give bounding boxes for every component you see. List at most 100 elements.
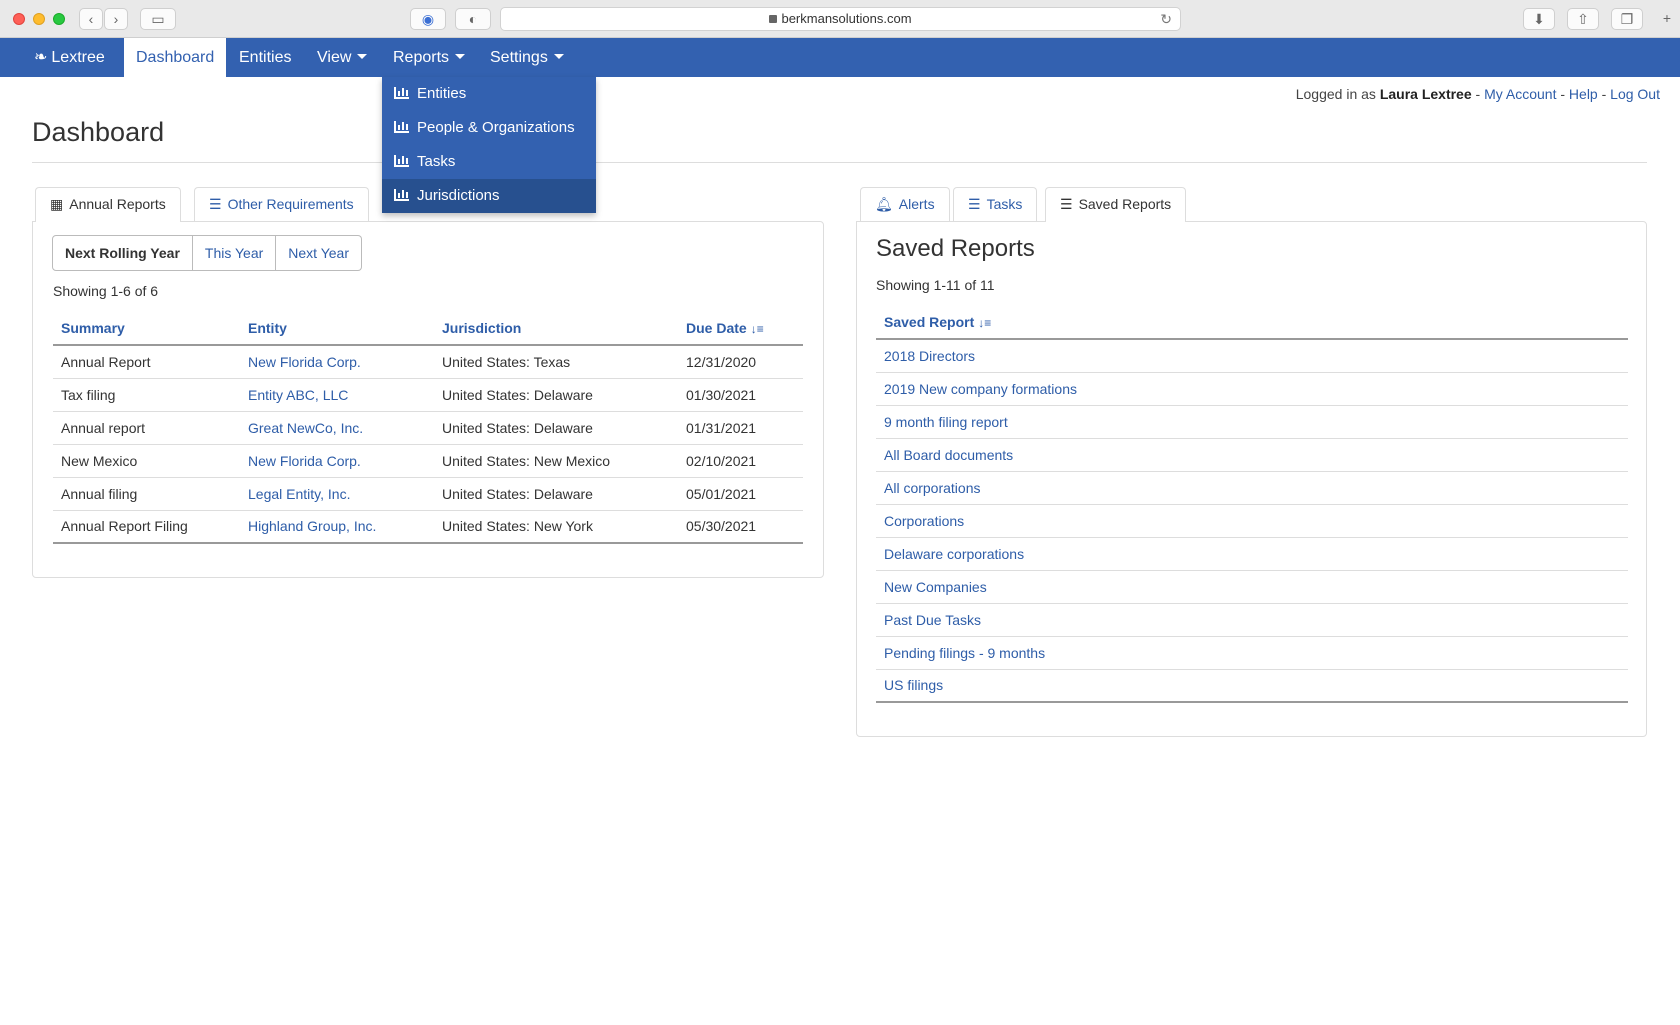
tasks-icon: ☰: [968, 196, 981, 212]
my-account-link[interactable]: My Account: [1484, 86, 1556, 102]
entity-link[interactable]: New Florida Corp.: [248, 453, 361, 469]
separator: -: [1475, 86, 1481, 102]
tab-tasks-label: Tasks: [986, 196, 1023, 212]
column-header-entity[interactable]: Entity: [240, 311, 434, 346]
entity-link[interactable]: New Florida Corp.: [248, 354, 361, 370]
saved-report-link[interactable]: US filings: [884, 677, 943, 693]
app-navbar: ❧ Lextree Dashboard Entities View Reports…: [0, 38, 1680, 77]
back-button[interactable]: ‹: [79, 8, 103, 30]
table-row: US filings: [876, 669, 1628, 703]
brand-link[interactable]: ❧ Lextree: [34, 38, 105, 77]
downloads-button[interactable]: ⬇: [1523, 8, 1555, 30]
saved-report-link[interactable]: Corporations: [884, 513, 964, 529]
column-header-summary[interactable]: Summary: [53, 311, 240, 346]
entity-cell: Entity ABC, LLC: [240, 378, 434, 412]
window-zoom-button[interactable]: [53, 13, 65, 25]
password-manager-button[interactable]: ◉: [410, 8, 446, 30]
summary-cell: New Mexico: [53, 444, 240, 478]
window-close-button[interactable]: [13, 13, 25, 25]
annual-reports-table: Summary Entity Jurisdiction Due Date ↓≡ A…: [53, 311, 803, 544]
due-date-cell: 01/30/2021: [678, 378, 803, 412]
forward-button[interactable]: ›: [104, 8, 128, 30]
nav-dashboard[interactable]: Dashboard: [124, 38, 227, 77]
page-title: Dashboard: [32, 117, 165, 147]
tab-annual-reports[interactable]: ▦ Annual Reports: [35, 187, 181, 222]
filter-this-year[interactable]: This Year: [192, 235, 277, 271]
saved-report-cell: Corporations: [876, 504, 1628, 538]
calendar-icon: ▦: [50, 196, 64, 212]
nav-reports[interactable]: Reports: [393, 38, 466, 77]
due-date-cell: 02/10/2021: [678, 444, 803, 478]
entity-link[interactable]: Legal Entity, Inc.: [248, 486, 350, 502]
saved-report-link[interactable]: Pending filings - 9 months: [884, 645, 1045, 661]
saved-report-link[interactable]: 2019 New company formations: [884, 381, 1077, 397]
column-header-jurisdiction[interactable]: Jurisdiction: [434, 311, 678, 346]
nav-view[interactable]: View: [317, 38, 368, 77]
nav-settings[interactable]: Settings: [490, 38, 564, 77]
reports-menu-item[interactable]: Tasks: [382, 145, 596, 179]
saved-report-cell: All Board documents: [876, 438, 1628, 472]
filter-next-rolling-year[interactable]: Next Rolling Year: [52, 235, 193, 271]
filter-next-year[interactable]: Next Year: [276, 235, 362, 271]
tab-tasks[interactable]: ☰ Tasks: [953, 187, 1038, 221]
jurisdiction-cell: United States: New York: [434, 510, 678, 544]
list-icon: ☰: [209, 196, 222, 212]
saved-report-link[interactable]: New Companies: [884, 579, 987, 595]
reports-menu-item[interactable]: Jurisdictions: [382, 179, 596, 213]
reports-menu-item[interactable]: Entities: [382, 77, 596, 111]
nav-entities[interactable]: Entities: [239, 38, 291, 77]
entity-link[interactable]: Entity ABC, LLC: [248, 387, 348, 403]
tab-other-requirements[interactable]: ☰ Other Requirements: [194, 187, 369, 221]
new-tab-button[interactable]: +: [1655, 8, 1679, 30]
table-row: 2018 Directors: [876, 339, 1628, 373]
share-button[interactable]: ⇧: [1567, 8, 1599, 30]
entity-cell: New Florida Corp.: [240, 345, 434, 379]
entity-cell: Highland Group, Inc.: [240, 510, 434, 544]
nav-settings-label: Settings: [490, 49, 548, 66]
column-header-saved-report[interactable]: Saved Report ↓≡: [876, 305, 1628, 340]
saved-report-cell: 9 month filing report: [876, 405, 1628, 439]
tab-saved-reports[interactable]: ☰ Saved Reports: [1045, 187, 1187, 222]
nav-view-label: View: [317, 49, 352, 66]
tabs-overview-button[interactable]: ❐: [1611, 8, 1643, 30]
saved-report-link[interactable]: All Board documents: [884, 447, 1013, 463]
table-row: Annual Report New Florida Corp. United Sta…: [53, 345, 803, 379]
entity-link[interactable]: Highland Group, Inc.: [248, 518, 376, 534]
saved-report-cell: Pending filings - 9 months: [876, 636, 1628, 670]
entity-link[interactable]: Great NewCo, Inc.: [248, 420, 363, 436]
table-row: New Companies: [876, 570, 1628, 604]
caret-down-icon: [455, 54, 466, 59]
tab-annual-reports-label: Annual Reports: [69, 196, 166, 212]
url-text: berkmansolutions.com: [781, 11, 912, 26]
saved-report-link[interactable]: 2018 Directors: [884, 348, 975, 364]
account-bar: Logged in as Laura Lextree - My Account …: [1296, 86, 1660, 102]
help-link[interactable]: Help: [1569, 86, 1598, 102]
tab-alerts-label: Alerts: [898, 196, 935, 212]
saved-report-link[interactable]: Past Due Tasks: [884, 612, 981, 628]
saved-report-link[interactable]: All corporations: [884, 480, 981, 496]
saved-report-link[interactable]: 9 month filing report: [884, 414, 1008, 430]
saved-report-cell: 2019 New company formations: [876, 372, 1628, 406]
window-minimize-button[interactable]: [33, 13, 45, 25]
chevron-left-icon: ‹: [88, 11, 94, 27]
sidebar-toggle-button[interactable]: ▭: [140, 8, 176, 30]
browser-toolbar: ‹ › ▭ ◉ ◐ berkmansolutions.com ↻ ⬇ ⇧ ❐ +: [0, 0, 1680, 38]
reports-menu-item-label: Jurisdictions: [417, 187, 500, 204]
summary-cell: Annual filing: [53, 477, 240, 511]
column-header-due-date[interactable]: Due Date ↓≡: [678, 311, 803, 346]
saved-reports-title: Saved Reports: [876, 235, 1035, 262]
tab-alerts[interactable]: 🔔︎ Alerts: [860, 187, 950, 221]
tabs-icon: ❐: [1620, 11, 1634, 27]
saved-report-link[interactable]: Delaware corporations: [884, 546, 1024, 562]
table-row: New Mexico New Florida Corp. United States…: [53, 444, 803, 478]
table-row: Past Due Tasks: [876, 603, 1628, 637]
sort-ascending-icon: ↓≡: [978, 315, 992, 330]
privacy-button[interactable]: ◐: [455, 8, 491, 30]
reports-menu-item[interactable]: People & Organizations: [382, 111, 596, 145]
table-row: Annual Report Filing Highland Group, Inc.…: [53, 510, 803, 544]
entity-cell: Great NewCo, Inc.: [240, 411, 434, 445]
caret-down-icon: [553, 54, 564, 59]
reload-icon[interactable]: ↻: [1160, 8, 1172, 30]
logout-link[interactable]: Log Out: [1610, 86, 1660, 102]
address-bar[interactable]: berkmansolutions.com ↻: [500, 7, 1181, 31]
